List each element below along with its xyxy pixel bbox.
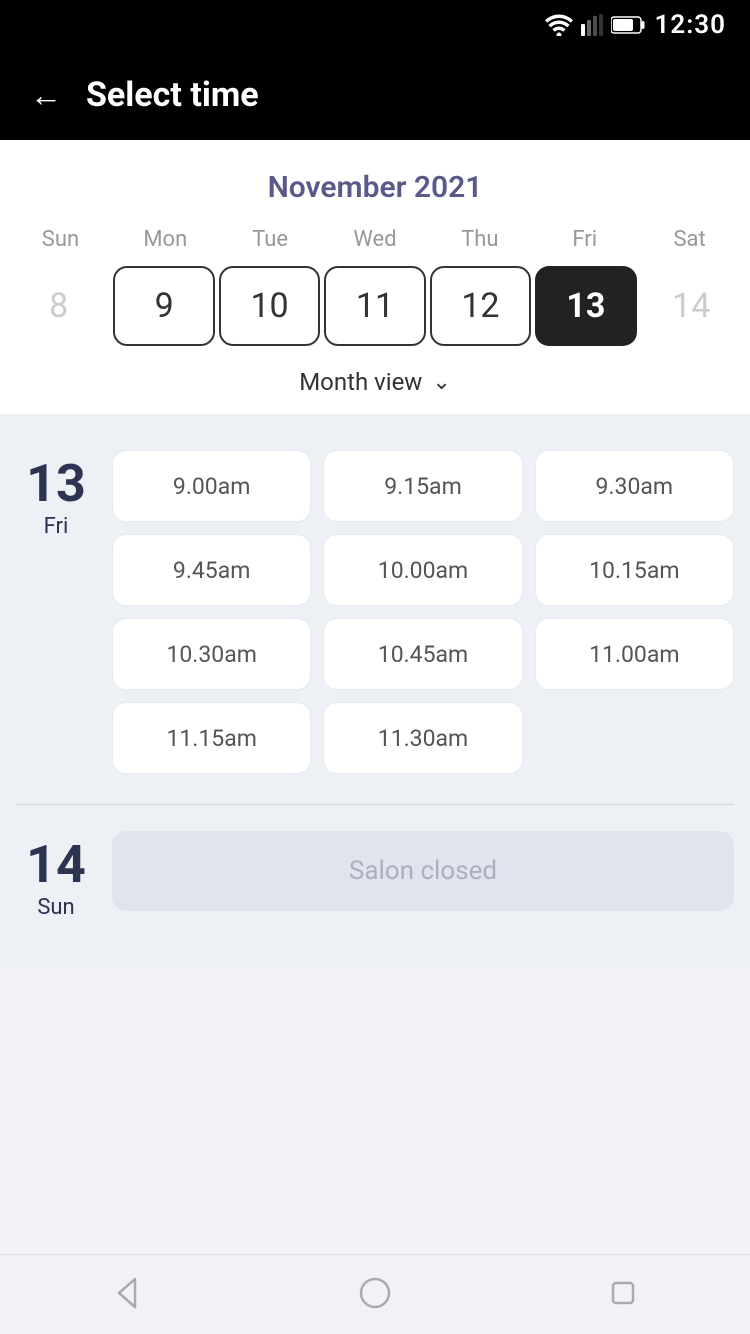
wifi-icon	[545, 14, 573, 36]
time-slot-1045[interactable]: 10.45am	[323, 618, 522, 690]
day-label-14: 14 Sun	[16, 831, 96, 920]
time-slot-930[interactable]: 9.30am	[535, 450, 734, 522]
date-cell-8[interactable]: 8	[8, 266, 109, 346]
time-slot-1030[interactable]: 10.30am	[112, 618, 311, 690]
android-nav-bar	[0, 1254, 750, 1334]
time-slot-1015[interactable]: 10.15am	[535, 534, 734, 606]
date-num-14: 14	[672, 286, 710, 326]
time-slot-1000[interactable]: 10.00am	[323, 534, 522, 606]
date-num-8: 8	[49, 286, 68, 326]
status-icons	[545, 14, 645, 36]
day-label-13: 13 Fri	[16, 450, 96, 774]
time-slot-915[interactable]: 9.15am	[323, 450, 522, 522]
date-cell-10[interactable]: 10	[219, 266, 320, 346]
status-time: 12:30	[655, 10, 727, 40]
month-view-label: Month view	[299, 368, 422, 396]
month-view-toggle[interactable]: Month view ⌄	[0, 358, 750, 414]
day-divider	[16, 804, 734, 805]
day-section-13: 13 Fri 9.00am 9.15am 9.30am 9.45am 10.00…	[16, 434, 734, 794]
day-name-13: Fri	[44, 514, 69, 539]
day-name-14: Sun	[37, 895, 74, 920]
date-cell-13[interactable]: 13	[535, 266, 636, 346]
day-header-tue: Tue	[218, 221, 323, 258]
home-nav-icon[interactable]	[357, 1275, 393, 1315]
time-slots-section: 13 Fri 9.00am 9.15am 9.30am 9.45am 10.00…	[0, 414, 750, 966]
time-slot-1130[interactable]: 11.30am	[323, 702, 522, 774]
time-slot-1115[interactable]: 11.15am	[112, 702, 311, 774]
day-section-14: 14 Sun Salon closed	[16, 815, 734, 936]
page-title: Select time	[86, 75, 259, 115]
time-grid-13: 9.00am 9.15am 9.30am 9.45am 10.00am 10.1…	[112, 450, 734, 774]
date-num-10: 10	[250, 286, 288, 326]
status-bar: 12:30	[0, 0, 750, 50]
back-button[interactable]: ←	[30, 76, 62, 114]
month-year-label: November 2021	[0, 160, 750, 221]
date-cell-12[interactable]: 12	[430, 266, 531, 346]
recents-nav-icon[interactable]	[607, 1275, 643, 1315]
battery-icon	[611, 16, 645, 34]
day-header-wed: Wed	[323, 221, 428, 258]
day-number-14: 14	[26, 839, 86, 891]
salon-closed-message: Salon closed	[112, 831, 734, 911]
date-num-12: 12	[461, 286, 499, 326]
date-num-9: 9	[155, 286, 174, 326]
date-cell-9[interactable]: 9	[113, 266, 214, 346]
day-header-sat: Sat	[637, 221, 742, 258]
day-header-fri: Fri	[532, 221, 637, 258]
time-slot-945[interactable]: 9.45am	[112, 534, 311, 606]
date-cell-14[interactable]: 14	[641, 266, 742, 346]
app-header: ← Select time	[0, 50, 750, 140]
date-cell-11[interactable]: 11	[324, 266, 425, 346]
day-header-sun: Sun	[8, 221, 113, 258]
day-headers-row: Sun Mon Tue Wed Thu Fri Sat	[0, 221, 750, 258]
dates-row: 8 9 10 11 12 13 14	[0, 258, 750, 358]
signal-icon	[581, 14, 603, 36]
day-number-13: 13	[26, 458, 86, 510]
back-nav-icon[interactable]	[107, 1275, 143, 1315]
time-slot-1100[interactable]: 11.00am	[535, 618, 734, 690]
day-header-thu: Thu	[427, 221, 532, 258]
calendar-section: November 2021 Sun Mon Tue Wed Thu Fri Sa…	[0, 140, 750, 414]
date-num-11: 11	[356, 286, 394, 326]
time-slot-900[interactable]: 9.00am	[112, 450, 311, 522]
chevron-down-icon: ⌄	[432, 370, 450, 395]
day-header-mon: Mon	[113, 221, 218, 258]
date-num-13: 13	[566, 286, 605, 326]
